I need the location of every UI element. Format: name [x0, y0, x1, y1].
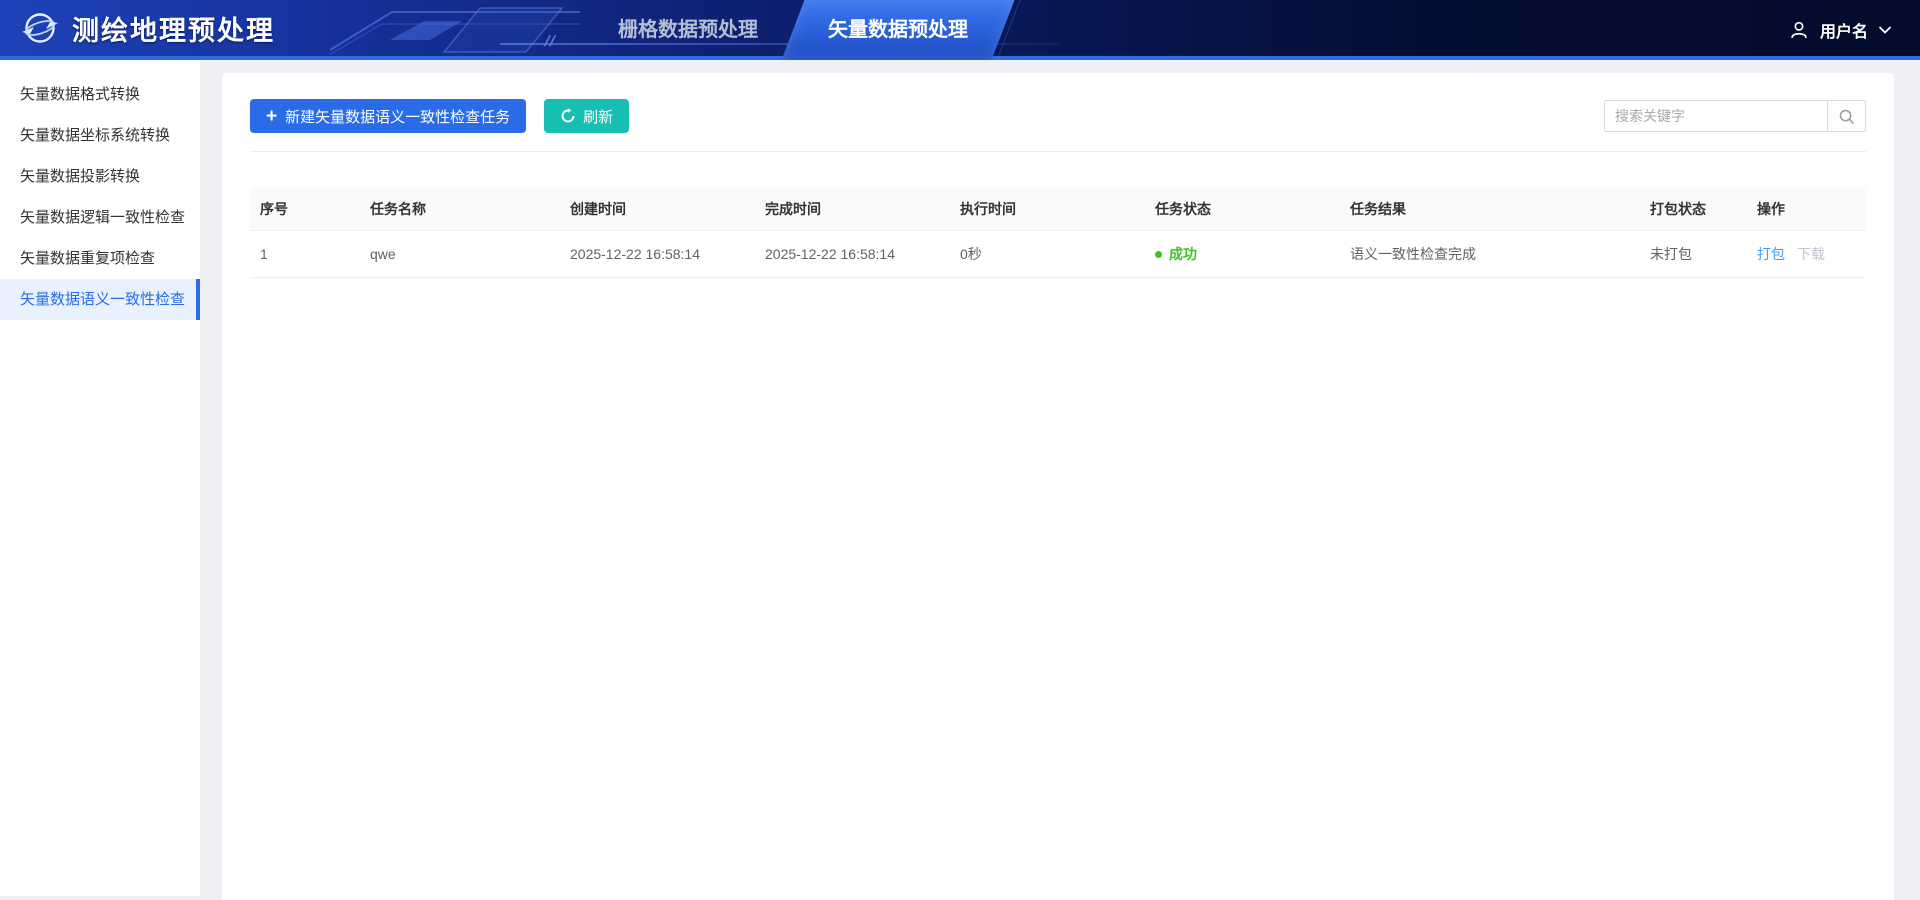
content-panel: + 新建矢量数据语义一致性检查任务 刷新 [222, 73, 1894, 900]
sidebar-item-semantic-consistency-check[interactable]: 矢量数据语义一致性检查 [0, 279, 200, 320]
header-circuit-decoration [330, 0, 580, 60]
refresh-button[interactable]: 刷新 [544, 99, 629, 133]
header-slash-decoration: // [542, 33, 558, 50]
col-package-status: 打包状态 [1640, 188, 1747, 231]
table-row: 1 qwe 2025-12-22 16:58:14 2025-12-22 16:… [250, 231, 1866, 278]
user-menu[interactable]: 用户名 [1788, 0, 1892, 60]
status-text: 成功 [1169, 244, 1197, 264]
sidebar-item-coordinate-conversion[interactable]: 矢量数据坐标系统转换 [0, 115, 200, 156]
user-name: 用户名 [1820, 18, 1868, 42]
search-input[interactable] [1604, 100, 1828, 132]
toolbar: + 新建矢量数据语义一致性检查任务 刷新 [250, 99, 1866, 133]
task-table: 序号 任务名称 创建时间 完成时间 执行时间 任务状态 任务结果 打包状态 操作 [250, 188, 1866, 278]
app-title: 测绘地理预处理 [72, 9, 275, 48]
cell-completed-at: 2025-12-22 16:58:14 [755, 231, 950, 278]
top-tabs: 栅格数据预处理 矢量数据预处理 [583, 0, 1003, 60]
search-button[interactable] [1828, 100, 1866, 132]
cell-result: 语义一致性检查完成 [1340, 231, 1640, 278]
cell-duration: 0秒 [950, 231, 1145, 278]
table-header-row: 序号 任务名称 创建时间 完成时间 执行时间 任务状态 任务结果 打包状态 操作 [250, 188, 1866, 231]
chevron-down-icon [1878, 25, 1892, 35]
col-index: 序号 [250, 188, 360, 231]
app-header: 测绘地理预处理 // 栅格数据预处理 矢量数据预处理 用户名 [0, 0, 1920, 60]
logo-area: 测绘地理预处理 [0, 8, 275, 48]
status-success-dot-icon [1155, 251, 1162, 258]
package-link[interactable]: 打包 [1757, 246, 1785, 262]
sidebar-item-format-conversion[interactable]: 矢量数据格式转换 [0, 74, 200, 115]
user-icon [1788, 19, 1810, 41]
toolbar-divider [250, 151, 1866, 152]
sidebar-item-logical-consistency-check[interactable]: 矢量数据逻辑一致性检查 [0, 197, 200, 238]
col-result: 任务结果 [1340, 188, 1640, 231]
cell-status: 成功 [1145, 231, 1340, 278]
col-completed-at: 完成时间 [755, 188, 950, 231]
create-task-button[interactable]: + 新建矢量数据语义一致性检查任务 [250, 99, 526, 133]
cell-actions: 打包下载 [1747, 231, 1866, 278]
download-link: 下载 [1797, 246, 1825, 262]
col-task-name: 任务名称 [360, 188, 560, 231]
sidebar-item-projection-conversion[interactable]: 矢量数据投影转换 [0, 156, 200, 197]
cell-index: 1 [250, 231, 360, 278]
refresh-icon [560, 108, 576, 124]
sidebar-item-duplicate-check[interactable]: 矢量数据重复项检查 [0, 238, 200, 279]
col-status: 任务状态 [1145, 188, 1340, 231]
tab-raster-preprocessing[interactable]: 栅格数据预处理 [583, 0, 793, 60]
col-duration: 执行时间 [950, 188, 1145, 231]
search-icon [1838, 108, 1855, 125]
search-box [1604, 100, 1866, 132]
sidebar: 矢量数据格式转换 矢量数据坐标系统转换 矢量数据投影转换 矢量数据逻辑一致性检查… [0, 60, 200, 896]
col-created-at: 创建时间 [560, 188, 755, 231]
task-table-wrap: 序号 任务名称 创建时间 完成时间 执行时间 任务状态 任务结果 打包状态 操作 [250, 188, 1866, 278]
plus-icon: + [266, 107, 277, 126]
app-logo-icon [20, 8, 60, 48]
cell-task-name: qwe [360, 231, 560, 278]
tab-vector-preprocessing[interactable]: 矢量数据预处理 [793, 0, 1003, 60]
cell-package-status: 未打包 [1640, 231, 1747, 278]
col-actions: 操作 [1747, 188, 1866, 231]
main-area: + 新建矢量数据语义一致性检查任务 刷新 [200, 60, 1920, 896]
cell-created-at: 2025-12-22 16:58:14 [560, 231, 755, 278]
